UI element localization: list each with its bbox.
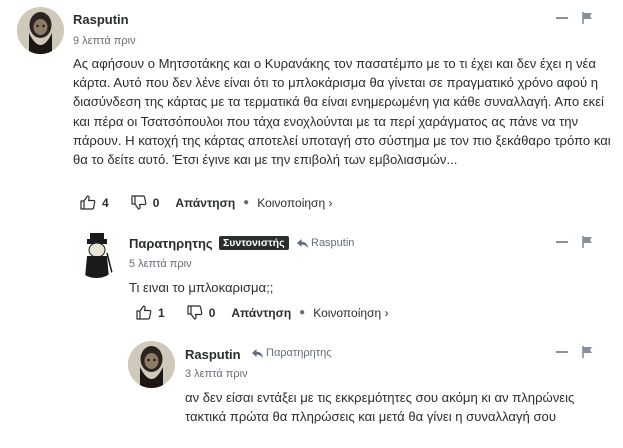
thumbs-down-icon: [131, 195, 147, 210]
share-link[interactable]: Κοινοποίηση ›: [313, 306, 388, 320]
reply-arrow-icon: [252, 348, 263, 358]
flag-icon[interactable]: [582, 236, 593, 248]
share-link[interactable]: Κοινοποίηση ›: [257, 196, 332, 210]
reply-link[interactable]: Απάντηση: [175, 196, 235, 210]
avatar-observer-image: [73, 231, 120, 278]
collapse-icon[interactable]: [556, 241, 568, 243]
separator-dot: ●: [243, 197, 250, 208]
upvote-button[interactable]: 4: [80, 195, 109, 210]
comment-controls: [556, 346, 593, 358]
comment-text: Ας αφήσουν ο Μητσοτάκης και ο Κυρανάκης …: [73, 56, 611, 168]
comment-3: Rasputin Παρατηρητης 3 λεπτά πριν αν δεν…: [0, 337, 623, 448]
flag-icon[interactable]: [582, 346, 593, 358]
comment-timestamp[interactable]: 3 λεπτά πριν: [185, 368, 248, 380]
upvote-count: 1: [158, 305, 165, 320]
avatar[interactable]: [17, 7, 64, 54]
in-reply-to[interactable]: Rasputin: [297, 237, 354, 249]
comment-text: Τι ειναι το μπλοκαρισμα;;: [129, 280, 274, 295]
comment-author[interactable]: Παρατηρητης: [129, 236, 213, 251]
comment-timestamp[interactable]: 5 λεπτά πριν: [129, 258, 192, 270]
comment-author[interactable]: Rasputin: [185, 347, 241, 362]
comment-timestamp[interactable]: 9 λεπτά πριν: [73, 35, 136, 47]
upvote-count: 4: [102, 195, 109, 210]
collapse-icon[interactable]: [556, 351, 568, 353]
reply-link[interactable]: Απάντηση: [231, 306, 291, 320]
comment-controls: [556, 12, 593, 24]
comment-2: Παρατηρητης Συντονιστής Rasputin 5 λεπτά…: [0, 225, 623, 337]
reply-arrow-icon: [297, 238, 308, 248]
reply-to-name: Rasputin: [311, 237, 355, 249]
avatar[interactable]: [73, 231, 120, 278]
thumbs-down-icon: [187, 305, 203, 320]
comment-actions: 4 0 Απάντηση ● Κοινοποίηση ›: [80, 195, 332, 210]
collapse-icon[interactable]: [556, 17, 568, 19]
separator-dot: ●: [299, 307, 306, 318]
comment-author[interactable]: Rasputin: [73, 12, 129, 27]
comment-1: Rasputin 9 λεπτά πριν Ας αφήσουν ο Μητσο…: [0, 0, 623, 225]
comment-text: αν δεν είσαι εντάξει με τις εκκρεμότητες…: [185, 390, 575, 425]
comment-actions: 1 0 Απάντηση ● Κοινοποίηση ›: [136, 305, 388, 320]
downvote-button[interactable]: 0: [131, 195, 160, 210]
avatar-rasputin-image: [128, 341, 175, 388]
downvote-count: 0: [208, 305, 216, 320]
reply-to-name: Παρατηρητης: [266, 347, 332, 359]
downvote-count: 0: [152, 195, 160, 210]
comment-controls: [556, 236, 593, 248]
avatar[interactable]: [128, 341, 175, 388]
avatar-rasputin-image: [17, 7, 64, 54]
moderator-badge: Συντονιστής: [219, 236, 289, 250]
thumbs-up-icon: [136, 305, 152, 320]
downvote-button[interactable]: 0: [187, 305, 216, 320]
thumbs-up-icon: [80, 195, 96, 210]
flag-icon[interactable]: [582, 12, 593, 24]
upvote-button[interactable]: 1: [136, 305, 165, 320]
in-reply-to[interactable]: Παρατηρητης: [252, 347, 332, 359]
